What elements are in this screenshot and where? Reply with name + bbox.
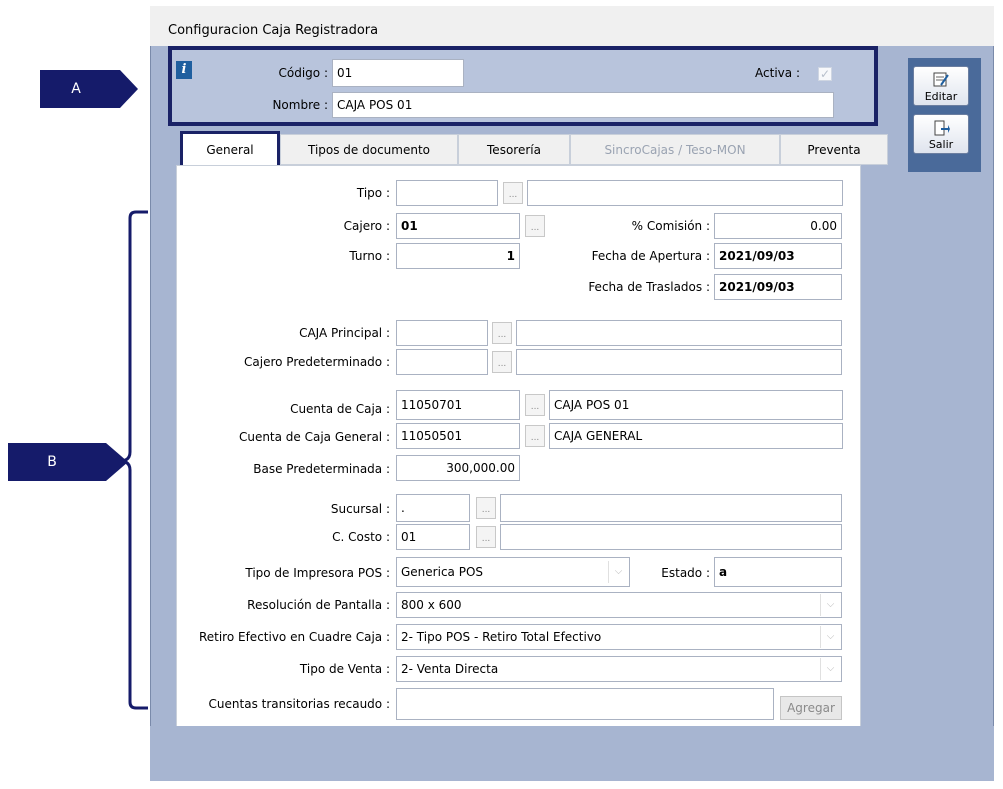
cuenta-caja-general-label: Cuenta de Caja General : xyxy=(238,430,390,444)
tab-tipos-de-documento[interactable]: Tipos de documento xyxy=(280,134,458,165)
salir-button[interactable]: Salir xyxy=(913,114,969,154)
marker-b: B xyxy=(8,443,96,481)
fecha-traslados-field[interactable]: 2021/09/03 xyxy=(714,274,842,300)
tipo-code-field[interactable] xyxy=(396,180,498,206)
tipo-impresora-chevron-down-icon[interactable]: ⌵ xyxy=(608,561,628,583)
estado-label: Estado : xyxy=(661,566,710,580)
cuenta-caja-general-lookup-button[interactable]: ... xyxy=(525,425,545,447)
codigo-label: Código : xyxy=(278,66,329,80)
edit-icon xyxy=(933,72,949,87)
retiro-select[interactable]: 2- Tipo POS - Retiro Total Efectivo xyxy=(396,624,842,650)
cajero-predeterminado-lookup-button[interactable]: ... xyxy=(492,351,512,373)
info-icon[interactable]: i xyxy=(176,61,192,79)
tipo-impresora-label: Tipo de Impresora POS : xyxy=(245,566,390,580)
cajero-predeterminado-label: Cajero Predeterminado : xyxy=(244,355,390,369)
sucursal-label: Sucursal : xyxy=(330,502,390,516)
fecha-traslados-label: Fecha de Traslados : xyxy=(588,280,710,294)
cajero-field[interactable]: 01 xyxy=(396,213,520,239)
tipo-impresora-value: Generica POS xyxy=(401,565,484,579)
sucursal-code-field[interactable]: . xyxy=(396,494,470,522)
tipo-lookup-button[interactable]: ... xyxy=(503,182,523,204)
activa-label: Activa : xyxy=(755,66,800,80)
marker-a-label: A xyxy=(71,81,81,97)
cajero-lookup-button[interactable]: ... xyxy=(525,215,545,237)
turno-field[interactable]: 1 xyxy=(396,243,520,269)
cuentas-transitorias-field[interactable] xyxy=(396,688,774,720)
caja-principal-desc-field[interactable] xyxy=(516,320,842,346)
sucursal-desc-field[interactable] xyxy=(500,494,842,522)
retiro-chevron-down-icon[interactable]: ⌵ xyxy=(820,626,840,648)
tipo-venta-label: Tipo de Venta : xyxy=(299,662,390,676)
base-predeterminada-field[interactable]: 300,000.00 xyxy=(396,455,520,481)
nombre-field[interactable]: CAJA POS 01 xyxy=(332,92,834,118)
tipo-desc-field[interactable] xyxy=(527,180,843,206)
fecha-apertura-field[interactable]: 2021/09/03 xyxy=(714,243,842,269)
cuenta-caja-general-desc-field[interactable]: CAJA GENERAL xyxy=(549,423,843,449)
tipo-label: Tipo : xyxy=(356,186,390,200)
resolucion-select[interactable]: 800 x 600 xyxy=(396,592,842,618)
resolucion-chevron-down-icon[interactable]: ⌵ xyxy=(820,594,840,616)
estado-field[interactable]: a xyxy=(714,557,842,587)
tipo-venta-value: 2- Venta Directa xyxy=(401,662,499,676)
tab-sincrocajas: SincroCajas / Teso-MON xyxy=(570,134,780,165)
c-costo-code-field[interactable]: 01 xyxy=(396,524,470,550)
c-costo-desc-field[interactable] xyxy=(500,524,842,550)
cajero-predeterminado-desc-field[interactable] xyxy=(516,349,842,375)
tab-general[interactable]: General xyxy=(180,131,280,165)
activa-checkbox[interactable]: ✓ xyxy=(818,67,832,81)
window-footer xyxy=(150,726,994,781)
salir-label: Salir xyxy=(928,138,954,151)
fecha-apertura-label: Fecha de Apertura : xyxy=(591,249,710,263)
agregar-button[interactable]: Agregar xyxy=(780,696,842,720)
exit-door-icon xyxy=(934,120,950,136)
cajero-label: Cajero : xyxy=(343,219,390,233)
cuenta-caja-code-field[interactable]: 11050701 xyxy=(396,390,520,420)
cajero-predeterminado-code-field[interactable] xyxy=(396,349,488,375)
editar-button[interactable]: Editar xyxy=(913,66,969,106)
c-costo-lookup-button[interactable]: ... xyxy=(476,526,496,548)
retiro-value: 2- Tipo POS - Retiro Total Efectivo xyxy=(401,630,602,644)
cuenta-caja-general-code-field[interactable]: 11050501 xyxy=(396,423,520,449)
nombre-label: Nombre : xyxy=(272,98,328,112)
comision-label: % Comisión : xyxy=(631,219,710,233)
window-title: Configuracion Caja Registradora xyxy=(168,23,379,38)
caja-principal-label: CAJA Principal : xyxy=(299,326,390,340)
c-costo-label: C. Costo : xyxy=(332,530,390,544)
tipo-impresora-select[interactable]: Generica POS xyxy=(396,557,630,587)
section-b-bracket xyxy=(121,210,148,710)
tab-tesoreria[interactable]: Tesorería xyxy=(458,134,570,165)
base-predeterminada-label: Base Predeterminada : xyxy=(253,462,390,476)
cuenta-caja-label: Cuenta de Caja : xyxy=(290,402,390,416)
marker-a: A xyxy=(40,70,112,108)
tipo-venta-select[interactable]: 2- Venta Directa xyxy=(396,656,842,682)
cuenta-caja-lookup-button[interactable]: ... xyxy=(525,394,545,416)
sucursal-lookup-button[interactable]: ... xyxy=(476,497,496,519)
tipo-venta-chevron-down-icon[interactable]: ⌵ xyxy=(820,658,840,680)
codigo-field[interactable]: 01 xyxy=(332,59,464,87)
caja-principal-code-field[interactable] xyxy=(396,320,488,346)
marker-a-arrow xyxy=(110,70,138,108)
turno-label: Turno : xyxy=(349,249,390,263)
marker-b-label: B xyxy=(47,454,57,470)
retiro-label: Retiro Efectivo en Cuadre Caja : xyxy=(198,630,390,644)
cuenta-caja-desc-field[interactable]: CAJA POS 01 xyxy=(549,390,843,420)
tab-preventa[interactable]: Preventa xyxy=(780,134,888,165)
resolucion-value: 800 x 600 xyxy=(401,598,462,612)
comision-field[interactable]: 0.00 xyxy=(714,213,842,239)
cuentas-transitorias-label: Cuentas transitorias recaudo : xyxy=(208,697,390,711)
editar-label: Editar xyxy=(924,90,958,103)
resolucion-label: Resolución de Pantalla : xyxy=(247,598,390,612)
caja-principal-lookup-button[interactable]: ... xyxy=(492,322,512,344)
